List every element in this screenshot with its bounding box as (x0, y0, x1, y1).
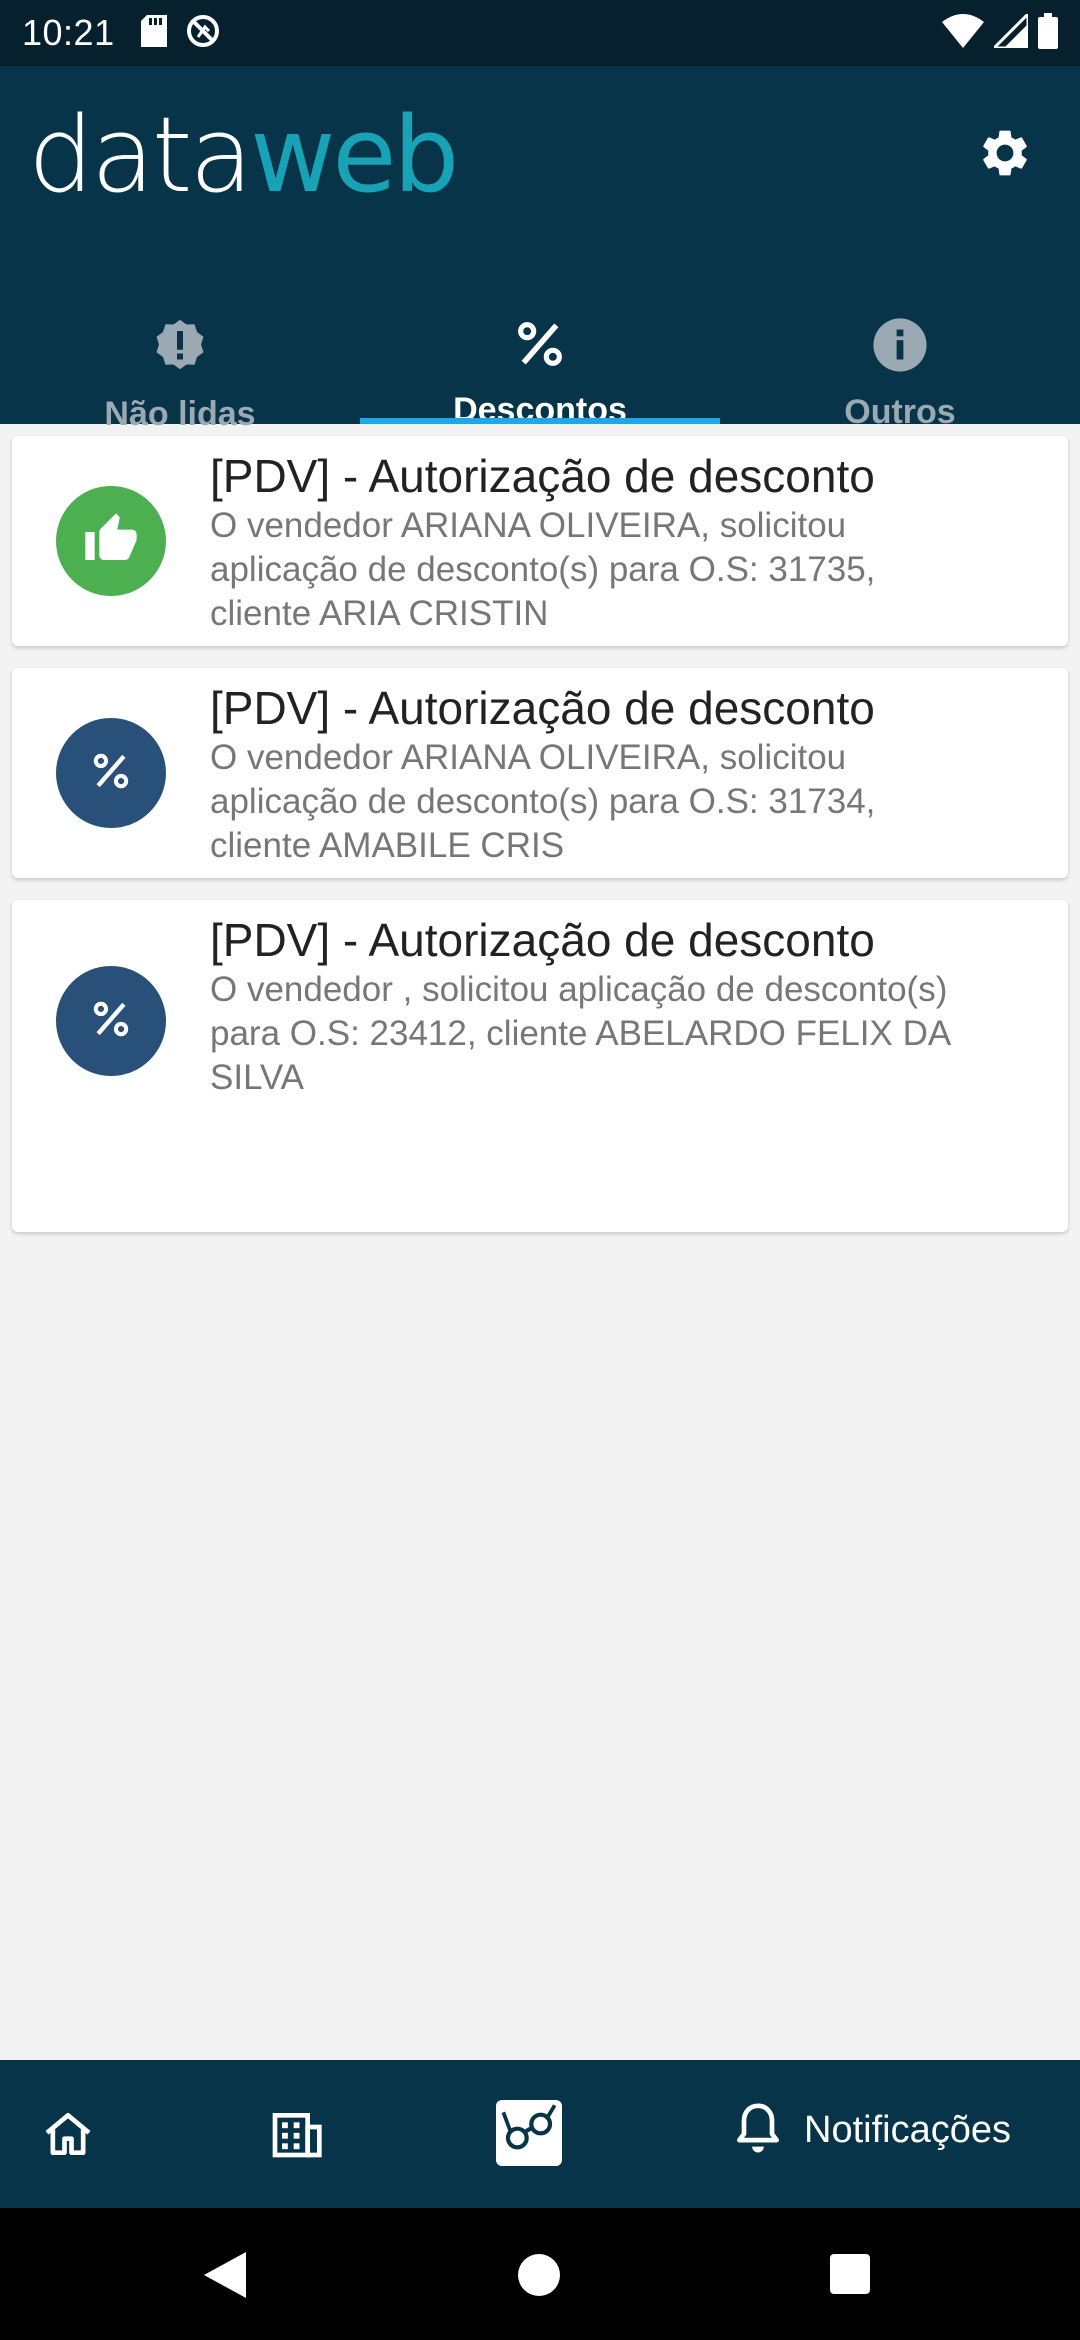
notification-card[interactable]: [PDV] - Autorização de desconto O vended… (12, 436, 1068, 646)
settings-button[interactable] (960, 110, 1050, 200)
glasses-icon (501, 2103, 557, 2164)
nav-notifications-button[interactable]: Notificações (734, 2100, 1011, 2161)
gear-icon (977, 125, 1033, 186)
battery-icon (1038, 12, 1058, 54)
notification-body-line: O vendedor ARIANA OLIVEIRA, solicitou (210, 506, 847, 545)
signal-icon (990, 9, 1030, 53)
home-icon (40, 2113, 96, 2166)
system-recents-button[interactable] (830, 2254, 870, 2294)
logo-web-text: web (250, 94, 459, 216)
notification-body-line: aplicação de desconto(s) para O.S: 31735… (210, 550, 876, 589)
notification-body-line: O vendedor , solicitou aplicação de desc… (210, 970, 948, 1009)
notification-title: [PDV] - Autorização de desconto (210, 914, 875, 966)
notification-body: O vendedor ARIANA OLIVEIRA, solicitou ap… (210, 504, 1044, 636)
logo-data-text: data (28, 94, 253, 216)
notification-body-line: para O.S: 23412, cliente ABELARDO FELIX … (210, 1014, 952, 1053)
sd-card-icon (140, 14, 167, 52)
approved-status-avatar (56, 486, 166, 596)
back-triangle-icon (204, 2252, 246, 2302)
building-icon (268, 2113, 324, 2166)
do-not-disturb-icon (185, 13, 221, 54)
wifi-icon (942, 13, 984, 53)
tab-bar: Não lidas Descontos Outros (0, 246, 1080, 433)
bottom-navigation: Notificações (0, 2060, 1080, 2208)
notification-title: [PDV] - Autorização de desconto (210, 682, 875, 734)
nav-glasses-button[interactable] (496, 2100, 562, 2166)
discount-avatar (56, 718, 166, 828)
notification-title: [PDV] - Autorização de desconto (210, 450, 875, 502)
notification-body: O vendedor , solicitou aplicação de desc… (210, 968, 1044, 1100)
discount-avatar (56, 966, 166, 1076)
tab-descontos[interactable]: Descontos (360, 246, 720, 429)
status-bar: 10:21 (0, 0, 1080, 66)
tab-label: Descontos (453, 391, 627, 429)
app-header: data web Não lidas Descontos Outros (0, 66, 1080, 433)
notification-body-line: cliente ARIA CRISTIN (210, 594, 549, 633)
app-logo: data web (28, 94, 459, 216)
notification-body-line: O vendedor ARIANA OLIVEIRA, solicitou (210, 738, 847, 777)
tab-label: Outros (844, 393, 956, 431)
status-time: 10:21 (22, 12, 115, 53)
tab-label: Não lidas (104, 395, 256, 433)
nav-notifications-label: Notificações (804, 2109, 1011, 2151)
notification-body-line: cliente AMABILE CRIS (210, 826, 565, 865)
percent-icon (89, 749, 133, 798)
active-tab-indicator (360, 418, 720, 424)
notification-body-line: aplicação de desconto(s) para O.S: 31734… (210, 782, 876, 821)
percent-icon (512, 316, 568, 377)
notification-card[interactable]: [PDV] - Autorização de desconto O vended… (12, 900, 1068, 1232)
system-navigation-bar (0, 2208, 1080, 2340)
system-back-button[interactable] (204, 2252, 246, 2303)
alert-icon (150, 316, 210, 381)
notification-card[interactable]: [PDV] - Autorização de desconto O vended… (12, 668, 1068, 878)
thumbs-up-icon (83, 511, 139, 572)
notification-list: [PDV] - Autorização de desconto O vended… (12, 436, 1068, 1254)
bell-icon (734, 2100, 782, 2161)
nav-building-button[interactable] (268, 2106, 324, 2167)
percent-icon (89, 997, 133, 1046)
system-home-button[interactable] (518, 2254, 560, 2296)
notification-body-line: SILVA (210, 1058, 305, 1097)
nav-home-button[interactable] (40, 2106, 96, 2167)
tab-outros[interactable]: Outros (720, 246, 1080, 431)
tab-nao-lidas[interactable]: Não lidas (0, 246, 360, 433)
notification-body: O vendedor ARIANA OLIVEIRA, solicitou ap… (210, 736, 1044, 868)
info-icon (871, 316, 929, 379)
